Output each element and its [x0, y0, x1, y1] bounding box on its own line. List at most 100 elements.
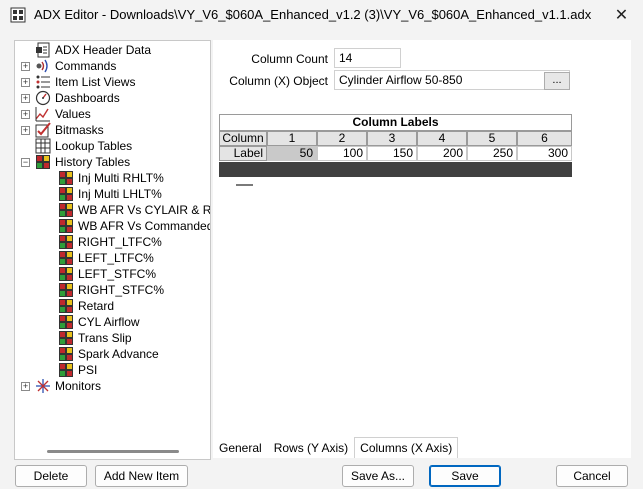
tree-subitem-history-table[interactable]: WB AFR Vs Commanded AFI: [58, 218, 210, 234]
close-button[interactable]: ✕: [600, 0, 643, 30]
tree-subitem-history-table[interactable]: Trans Slip: [58, 330, 132, 346]
tree-item-label: LEFT_LTFC%: [78, 251, 154, 265]
grid-label-cell[interactable]: 250: [467, 146, 517, 161]
grid-label-cell[interactable]: 50: [267, 146, 317, 161]
history-table-icon: [58, 202, 78, 218]
tree-item-bitmasks[interactable]: Bitmasks: [35, 122, 104, 138]
grid-label-header: Label: [219, 146, 267, 161]
tree-item-list-views[interactable]: Item List Views: [35, 74, 135, 90]
monitors-icon: [35, 378, 55, 394]
tree-subitem-history-table[interactable]: LEFT_STFC%: [58, 266, 156, 282]
history-table-icon: [58, 218, 78, 234]
add-new-item-button[interactable]: Add New Item: [95, 465, 188, 487]
tree-item-values[interactable]: Values: [35, 106, 91, 122]
tree-item-label: Item List Views: [55, 75, 136, 89]
column-count-input[interactable]: 14: [334, 48, 401, 68]
window-title: ADX Editor - Downloads\VY_V6_$060A_Enhan…: [34, 7, 592, 22]
tree-subitem-history-table[interactable]: WB AFR Vs CYLAIR & RPM: [58, 202, 211, 218]
expand-icon[interactable]: +: [21, 126, 30, 135]
close-icon: ✕: [614, 7, 629, 24]
history-table-icon: [58, 282, 78, 298]
cancel-button[interactable]: Cancel: [556, 465, 628, 487]
tab-general[interactable]: General: [213, 437, 268, 458]
tree-subitem-history-table[interactable]: Retard: [58, 298, 114, 314]
grid-column-header[interactable]: 2: [317, 131, 367, 146]
expand-icon[interactable]: +: [21, 94, 30, 103]
tree-item-label: PSI: [78, 363, 98, 377]
title-bar: ADX Editor - Downloads\VY_V6_$060A_Enhan…: [0, 0, 643, 30]
lookup-tables-icon: [35, 138, 55, 154]
grid-column-header[interactable]: 1: [267, 131, 317, 146]
grid-column-header[interactable]: 5: [467, 131, 517, 146]
tab-rows-y-axis[interactable]: Rows (Y Axis): [268, 437, 354, 458]
grid-empty-area: [219, 162, 572, 177]
tree-item-label: Monitors: [55, 379, 102, 393]
expand-icon[interactable]: +: [21, 62, 30, 71]
tree-item-label: History Tables: [55, 155, 131, 169]
list-views-icon: [35, 74, 55, 90]
bitmasks-icon: [35, 122, 55, 138]
tree-subitem-history-table[interactable]: RIGHT_LTFC%: [58, 234, 162, 250]
tree-item-label: Inj Multi RHLT%: [78, 171, 164, 185]
history-table-icon: [58, 346, 78, 362]
tree-subitem-history-table[interactable]: LEFT_LTFC%: [58, 250, 154, 266]
expand-icon[interactable]: +: [21, 78, 30, 87]
history-table-icon: [58, 314, 78, 330]
divider-mark: [236, 184, 253, 186]
history-table-icon: [58, 170, 78, 186]
expand-icon[interactable]: +: [21, 110, 30, 119]
collapse-icon[interactable]: −: [21, 158, 30, 167]
tree-item-dashboards[interactable]: Dashboards: [35, 90, 120, 106]
grid-column-header[interactable]: 4: [417, 131, 467, 146]
save-button[interactable]: Save: [429, 465, 501, 487]
properties-panel: [213, 40, 631, 458]
tree-item-label: Lookup Tables: [55, 139, 133, 153]
grid-column-header[interactable]: 6: [517, 131, 572, 146]
delete-button[interactable]: Delete: [15, 465, 87, 487]
tree-subitem-history-table[interactable]: Inj Multi RHLT%: [58, 170, 164, 186]
tab-strip: General Rows (Y Axis) Columns (X Axis): [213, 437, 459, 458]
tree-item-label: Dashboards: [55, 91, 120, 105]
tree-item-label: Values: [55, 107, 91, 121]
grid-column-header[interactable]: 3: [367, 131, 417, 146]
grid-label-cell[interactable]: 200: [417, 146, 467, 161]
tab-columns-x-axis[interactable]: Columns (X Axis): [354, 437, 459, 458]
column-object-input[interactable]: Cylinder Airflow 50-850: [334, 70, 570, 90]
history-table-icon: [58, 186, 78, 202]
tree-item-lookup-tables[interactable]: Lookup Tables: [35, 138, 132, 154]
grid-row-header: Column: [219, 131, 267, 146]
tree-item-history-tables[interactable]: History Tables: [35, 154, 130, 170]
header-data-icon: [35, 42, 55, 58]
expand-icon[interactable]: +: [21, 382, 30, 391]
grid-title: Column Labels: [219, 114, 572, 131]
tree-view[interactable]: ADX Header Data + Commands + Item List Views…: [14, 40, 211, 460]
tree-item-header-data[interactable]: ADX Header Data: [35, 42, 151, 58]
tree-item-monitors[interactable]: Monitors: [35, 378, 101, 394]
tree-subitem-history-table[interactable]: CYL Airflow: [58, 314, 140, 330]
grid-label-cell[interactable]: 300: [517, 146, 572, 161]
column-count-label: Column Count: [251, 52, 328, 66]
dashboards-icon: [35, 90, 55, 106]
browse-button[interactable]: ...: [544, 72, 570, 90]
tree-item-label: WB AFR Vs CYLAIR & RPM: [78, 203, 211, 217]
tree-subitem-history-table[interactable]: RIGHT_STFC%: [58, 282, 164, 298]
commands-icon: [35, 58, 55, 74]
tree-subitem-history-table[interactable]: PSI: [58, 362, 97, 378]
history-table-icon: [58, 266, 78, 282]
tree-item-label: RIGHT_STFC%: [78, 283, 165, 297]
tree-item-label: Trans Slip: [78, 331, 132, 345]
tree-item-label: Inj Multi LHLT%: [78, 187, 162, 201]
tree-item-label: Retard: [78, 299, 115, 313]
horizontal-scrollbar[interactable]: [47, 450, 179, 453]
tree-subitem-history-table[interactable]: Inj Multi LHLT%: [58, 186, 162, 202]
tree-item-commands[interactable]: Commands: [35, 58, 116, 74]
history-table-icon: [58, 362, 78, 378]
tree-item-label: RIGHT_LTFC%: [78, 235, 162, 249]
save-as-button[interactable]: Save As...: [342, 465, 414, 487]
grid-label-cell[interactable]: 150: [367, 146, 417, 161]
history-table-icon: [58, 330, 78, 346]
grid-label-cell[interactable]: 100: [317, 146, 367, 161]
tree-item-label: Bitmasks: [55, 123, 104, 137]
history-table-icon: [58, 298, 78, 314]
tree-subitem-history-table[interactable]: Spark Advance: [58, 346, 159, 362]
